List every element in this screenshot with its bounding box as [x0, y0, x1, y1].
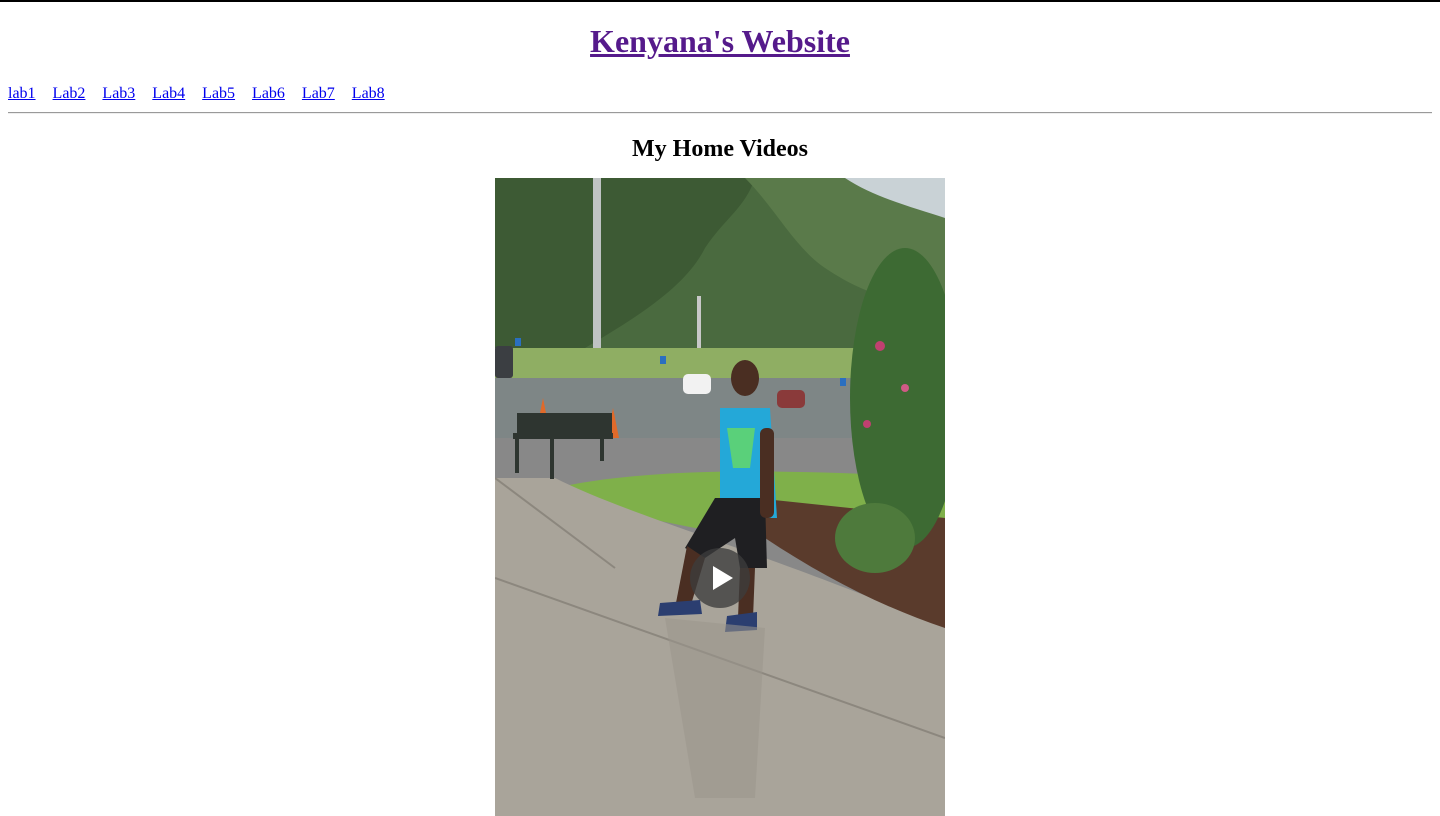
- nav-link-lab6[interactable]: Lab6: [252, 85, 285, 102]
- section-title: My Home Videos: [632, 136, 808, 162]
- nav-link-lab2[interactable]: Lab2: [53, 85, 86, 102]
- nav-link-lab7[interactable]: Lab7: [302, 85, 335, 102]
- page: Kenyana's Website lab1 Lab2 Lab3 Lab4 La…: [0, 0, 1440, 164]
- site-title: Kenyana's Website: [8, 0, 1432, 60]
- play-icon: [713, 566, 733, 590]
- nav-link-lab5[interactable]: Lab5: [202, 85, 235, 102]
- nav-link-lab8[interactable]: Lab8: [352, 85, 385, 102]
- nav-link-lab4[interactable]: Lab4: [152, 85, 185, 102]
- home-video-player[interactable]: [495, 178, 945, 816]
- site-title-link[interactable]: Kenyana's Website: [590, 23, 850, 59]
- video-poster-frame: [495, 178, 945, 816]
- play-button[interactable]: [690, 548, 750, 608]
- lab-nav: lab1 Lab2 Lab3 Lab4 Lab5 Lab6 Lab7 Lab8: [8, 85, 1432, 103]
- nav-link-lab1[interactable]: lab1: [8, 85, 36, 102]
- nav-link-lab3[interactable]: Lab3: [102, 85, 135, 102]
